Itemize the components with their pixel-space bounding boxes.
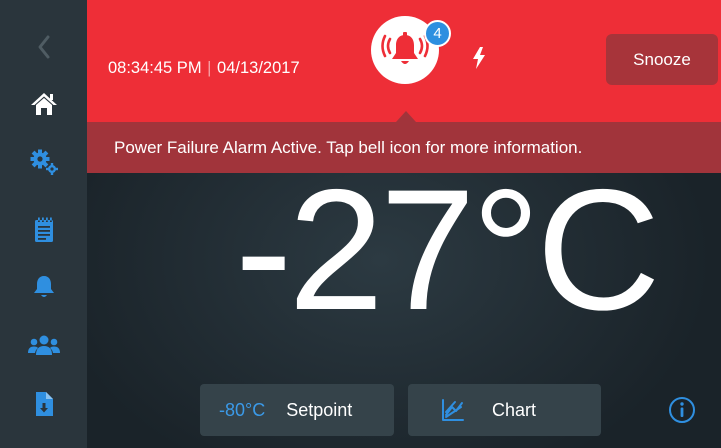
bell-icon bbox=[33, 276, 54, 297]
nav-alarms[interactable] bbox=[0, 262, 87, 312]
nav-home[interactable] bbox=[0, 79, 87, 129]
snooze-button[interactable]: Snooze bbox=[606, 34, 718, 85]
settings-gears-icon bbox=[30, 149, 58, 175]
users-icon bbox=[27, 335, 60, 355]
info-icon[interactable] bbox=[668, 396, 696, 424]
banner-pointer bbox=[396, 111, 416, 122]
nav-users[interactable] bbox=[0, 320, 87, 370]
nav-settings[interactable] bbox=[0, 137, 87, 187]
chart-button[interactable]: Chart bbox=[408, 384, 601, 436]
nav-download[interactable] bbox=[0, 379, 87, 429]
home-icon bbox=[30, 93, 57, 115]
notepad-icon bbox=[34, 217, 53, 242]
date-text: 04/13/2017 bbox=[217, 59, 300, 77]
back-icon bbox=[38, 35, 49, 59]
datetime-display: 08:34:45 PM | 04/13/2017 bbox=[108, 59, 300, 78]
alarm-bell-icon bbox=[381, 32, 429, 64]
nav-log[interactable] bbox=[0, 205, 87, 255]
chart-label: Chart bbox=[492, 399, 537, 420]
alarm-count-badge: 4 bbox=[424, 20, 451, 47]
sidebar bbox=[0, 0, 87, 448]
setpoint-label: Setpoint bbox=[286, 399, 353, 420]
temperature-display: -27°C bbox=[235, 154, 661, 346]
alarm-header: 08:34:45 PM | 04/13/2017 4 Snooze bbox=[87, 0, 721, 122]
app-screen: 08:34:45 PM | 04/13/2017 4 Snooze Power … bbox=[0, 0, 721, 448]
setpoint-button[interactable]: -80°C Setpoint bbox=[200, 384, 394, 436]
setpoint-value: -80°C bbox=[219, 399, 266, 420]
back-button[interactable] bbox=[0, 22, 87, 72]
power-failure-icon bbox=[473, 47, 485, 69]
datetime-separator: | bbox=[207, 59, 212, 77]
download-file-icon bbox=[35, 392, 53, 416]
time-text: 08:34:45 PM bbox=[108, 59, 202, 77]
chart-icon bbox=[441, 398, 465, 422]
